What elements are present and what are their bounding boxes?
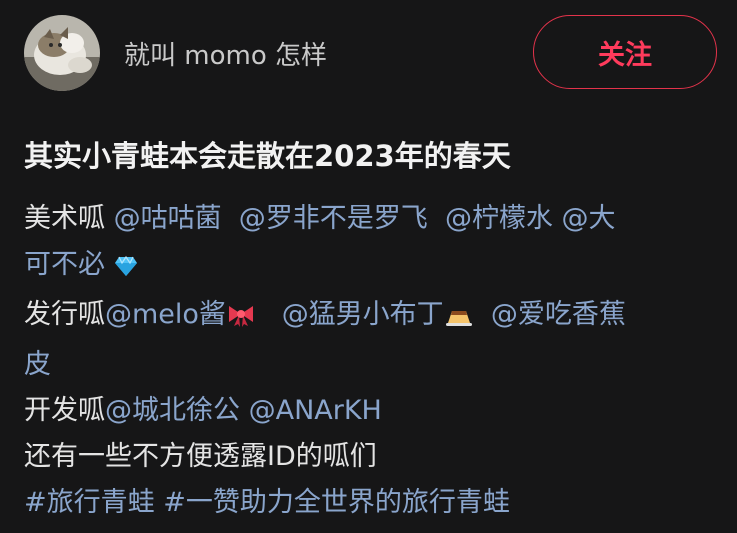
mention-dakebubi-part2[interactable]: 可不必	[24, 249, 105, 280]
mention-aichixiangjiao-part1[interactable]: @爱吃香蕉	[491, 299, 626, 330]
mention-melo[interactable]: @melo酱	[105, 299, 226, 330]
hashtag-line: #旅行青蛙 #一赞助力全世界的旅行青蛙	[24, 480, 724, 526]
credits-line-dev: 开发呱@城北徐公 @ANArKH	[24, 388, 724, 434]
author-name[interactable]: 就叫 momo 怎样	[124, 35, 327, 72]
mention-dakebubi-part1[interactable]: @大	[562, 203, 616, 234]
credits-line-others: 还有一些不方便透露ID的呱们	[24, 441, 377, 472]
post-title: 其实小青蛙本会走散在2023年的春天	[24, 139, 511, 173]
credits-line-art: 美术呱 @咕咕菌 @罗非不是罗飞 @柠檬水 @大	[24, 196, 724, 242]
mention-gugujun[interactable]: @咕咕菌	[114, 203, 222, 234]
mention-anarkh[interactable]: @ANArKH	[249, 395, 382, 426]
ribbon-icon	[226, 296, 256, 342]
avatar[interactable]	[24, 15, 100, 91]
mention-aichixiangjiao-part2[interactable]: 皮	[24, 349, 51, 380]
pudding-icon	[444, 296, 474, 342]
credits-line-publish: 发行呱@melo酱 @猛男小布丁 @爱吃香蕉	[24, 292, 724, 342]
mention-chengbeixugong[interactable]: @城北徐公	[105, 395, 240, 426]
hashtag-support-travel-frog[interactable]: #一赞助力全世界的旅行青蛙	[163, 487, 510, 518]
post-card: 就叫 momo 怎样 关注 其实小青蛙本会走散在2023年的春天 美术呱 @咕咕…	[0, 0, 737, 533]
role-label-dev: 开发呱	[24, 395, 105, 426]
mention-mengnan-pudding[interactable]: @猛男小布丁	[282, 299, 444, 330]
mention-ningmengshui[interactable]: @柠檬水	[445, 203, 553, 234]
post-body: 美术呱 @咕咕菌 @罗非不是罗飞 @柠檬水 @大 可不必 发行呱@melo酱 @…	[24, 196, 724, 526]
gem-icon	[114, 246, 138, 292]
role-label-art: 美术呱	[24, 203, 114, 234]
mention-luofei[interactable]: @罗非不是罗飞	[239, 203, 428, 234]
post-header: 就叫 momo 怎样 关注	[24, 14, 717, 92]
hashtag-travel-frog[interactable]: #旅行青蛙	[24, 487, 155, 518]
cat-avatar-icon	[24, 15, 100, 91]
credits-line-art-cont: 可不必	[24, 242, 724, 292]
follow-button[interactable]: 关注	[533, 15, 717, 89]
role-label-publish: 发行呱	[24, 299, 105, 330]
credits-line-publish-cont: 皮	[24, 342, 724, 388]
